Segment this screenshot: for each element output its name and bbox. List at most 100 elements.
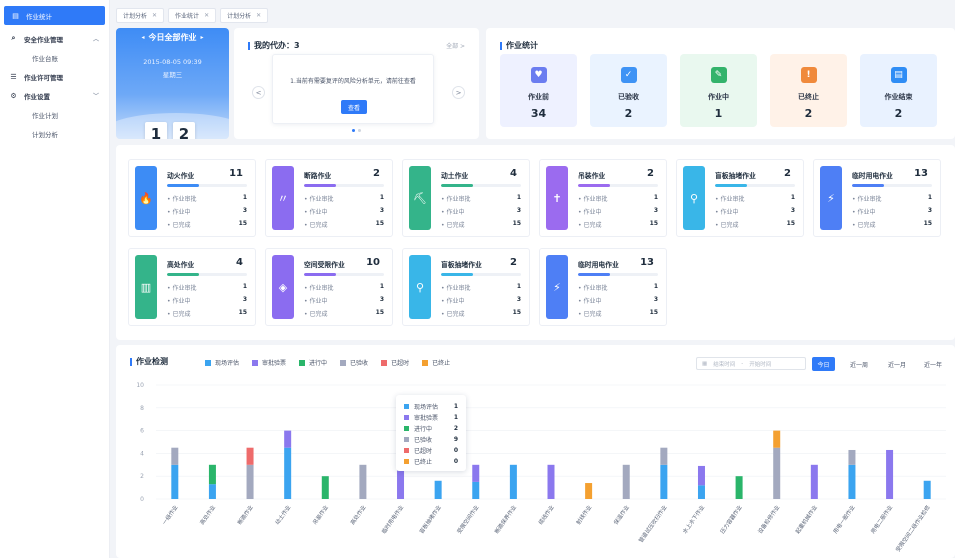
sidebar-item-safety-mgmt[interactable]: ⌕ 安全作业管理 ︿ — [0, 29, 109, 48]
sidebar-item-plan[interactable]: 作业计划 — [0, 105, 109, 124]
prev-arrow-button[interactable]: < — [252, 86, 265, 99]
y-tick-label: 0 — [140, 496, 144, 503]
sidebar-item-settings[interactable]: ⚙ 作业设置 ﹀ — [0, 86, 109, 105]
stat-card[interactable]: ✓ 已验收 2 — [590, 54, 667, 127]
todo-panel: 我的代办：3 全部 > < 1.当前有需要复评的风险分析单元，请前往查看 查看 … — [234, 28, 479, 139]
tooltip-row: 现场评估 1 — [404, 401, 458, 412]
close-icon[interactable]: ✕ — [152, 12, 157, 19]
sidebar-item-plan-analysis[interactable]: 计划分析 — [0, 124, 109, 143]
tab-plan-analysis-2[interactable]: 计划分析 ✕ — [220, 8, 269, 23]
work-type-card[interactable]: 〃 断路作业 2 • 作业审批 1 • 作业中 3 • 已完成 15 — [265, 159, 393, 237]
row-value: 15 — [786, 220, 795, 227]
view-all-link[interactable]: 全部 > — [446, 41, 465, 50]
work-type-card[interactable]: ◈ 空间受限作业 10 • 作业审批 1 • 作业中 3 • 已完成 15 — [265, 248, 393, 326]
work-type-count: 2 — [510, 257, 517, 268]
work-type-card[interactable]: ✝ 吊装作业 2 • 作业审批 1 • 作业中 3 • 已完成 15 — [539, 159, 667, 237]
sidebar-item-ledger[interactable]: 作业台账 — [0, 48, 109, 67]
work-type-count: 13 — [914, 168, 928, 179]
work-type-row: • 作业审批 1 — [304, 194, 384, 203]
work-type-card[interactable]: ▥ 高处作业 4 • 作业审批 1 • 作业中 3 • 已完成 15 — [128, 248, 256, 326]
x-tick-label: 射线作业 — [574, 503, 593, 526]
chart-bar — [886, 449, 894, 499]
stat-value: 2 — [624, 107, 633, 120]
x-tick-label: 起重机械作业 — [793, 503, 819, 535]
work-type-row: • 作业审批 1 — [441, 194, 521, 203]
chart-bar — [810, 464, 818, 499]
stats-title-text: 作业统计 — [506, 41, 538, 50]
work-type-name: 吊装作业 — [578, 172, 606, 180]
row-value: 1 — [927, 194, 932, 201]
row-value: 15 — [238, 309, 247, 316]
stat-card[interactable]: ▤ 作业结束 2 — [860, 54, 937, 127]
warning-icon: ! — [800, 67, 817, 83]
tab-work-stats[interactable]: 作业统计 ✕ — [168, 8, 217, 23]
progress-bar — [304, 184, 384, 187]
valve-icon: ⚲ — [409, 255, 431, 319]
work-type-row: • 已完成 15 — [304, 220, 384, 229]
work-type-row: • 作业中 3 — [304, 296, 384, 305]
chart-bar — [472, 464, 480, 482]
work-type-card[interactable]: ⚡ 临时用电作业 13 • 作业审批 1 • 作业中 3 • 已完成 15 — [813, 159, 941, 237]
carousel-dot[interactable] — [358, 129, 361, 132]
arrow-left-icon: ◂ — [141, 33, 145, 41]
chart-bar — [547, 464, 555, 499]
tab-label: 作业统计 — [175, 13, 200, 20]
work-type-name: 动土作业 — [441, 172, 469, 180]
stat-card[interactable]: ! 已终止 2 — [770, 54, 847, 127]
view-button[interactable]: 查看 — [341, 100, 367, 114]
work-type-card[interactable]: ⛏ 动土作业 4 • 作业审批 1 • 作业中 3 • 已完成 15 — [402, 159, 530, 237]
row-value: 1 — [653, 194, 658, 201]
row-label: • 作业审批 — [441, 285, 471, 292]
tooltip-label: 已验收 — [414, 437, 433, 444]
chart-bar — [585, 483, 593, 499]
close-icon[interactable]: ✕ — [256, 12, 261, 19]
today-weekday: 星期三 — [162, 71, 183, 79]
sidebar-item-label: 作业许可管理 — [24, 73, 63, 82]
sidebar-item-permit-mgmt[interactable]: ☰ 作业许可管理 — [0, 67, 109, 86]
work-type-card[interactable]: ⚲ 盲板抽堵作业 2 • 作业审批 1 • 作业中 3 • 已完成 15 — [402, 248, 530, 326]
title-accent — [248, 41, 250, 50]
work-type-row: • 已完成 15 — [441, 309, 521, 318]
stat-value: 2 — [804, 107, 813, 120]
count-digit: 1 — [145, 122, 167, 139]
carousel-dot[interactable] — [352, 129, 355, 132]
row-value: 3 — [379, 207, 384, 214]
tab-plan-analysis[interactable]: 计划分析 ✕ — [116, 8, 165, 23]
row-label: • 作业审批 — [852, 196, 882, 203]
row-label: • 已完成 — [167, 311, 191, 318]
work-type-row: • 作业审批 1 — [167, 283, 247, 292]
work-type-card[interactable]: 🔥 动火作业 11 • 作业审批 1 • 作业中 3 • 已完成 15 — [128, 159, 256, 237]
row-label: • 作业中 — [167, 298, 191, 305]
stat-card[interactable]: ✎ 作业中 1 — [680, 54, 757, 127]
crane-icon: ✝ — [546, 166, 568, 230]
plug-icon: ⚡ — [820, 166, 842, 230]
stat-label: 已验收 — [618, 93, 639, 101]
row-value: 15 — [238, 220, 247, 227]
chart-bar — [472, 481, 480, 499]
work-type-row: • 作业中 3 — [852, 207, 932, 216]
sidebar-item-work-stats[interactable]: ▤ 作业统计 — [4, 6, 105, 25]
row-label: • 作业中 — [578, 209, 602, 216]
work-type-row: • 作业中 3 — [441, 296, 521, 305]
chart-bar — [284, 447, 292, 499]
row-label: • 作业中 — [441, 209, 465, 216]
next-arrow-button[interactable]: > — [452, 86, 465, 99]
stat-card[interactable]: ♥ 作业前 34 — [500, 54, 577, 127]
row-value: 3 — [927, 207, 932, 214]
tab-label: 计划分析 — [227, 13, 252, 20]
carousel-dots — [352, 129, 361, 132]
work-type-card[interactable]: ⚲ 盲板抽堵作业 2 • 作业审批 1 • 作业中 3 • 已完成 15 — [676, 159, 804, 237]
todo-message: 1.当前有需要复评的风险分析单元，请前往查看 — [290, 78, 416, 85]
work-type-card[interactable]: ⚡ 临时用电作业 13 • 作业审批 1 • 作业中 3 • 已完成 15 — [539, 248, 667, 326]
chart-bar — [622, 464, 630, 499]
close-icon[interactable]: ✕ — [204, 12, 209, 19]
work-type-count: 11 — [229, 168, 243, 179]
x-tick-label: 管道试压吹扫作业 — [637, 503, 669, 544]
plug-icon: ⚡ — [546, 255, 568, 319]
work-type-row: • 已完成 15 — [441, 220, 521, 229]
x-tick-label: 高处作业 — [198, 503, 217, 526]
stat-label: 作业前 — [528, 93, 549, 101]
work-type-row: • 作业中 3 — [441, 207, 521, 216]
row-label: • 作业中 — [304, 298, 328, 305]
sidebar-item-label: 作业统计 — [26, 12, 52, 21]
